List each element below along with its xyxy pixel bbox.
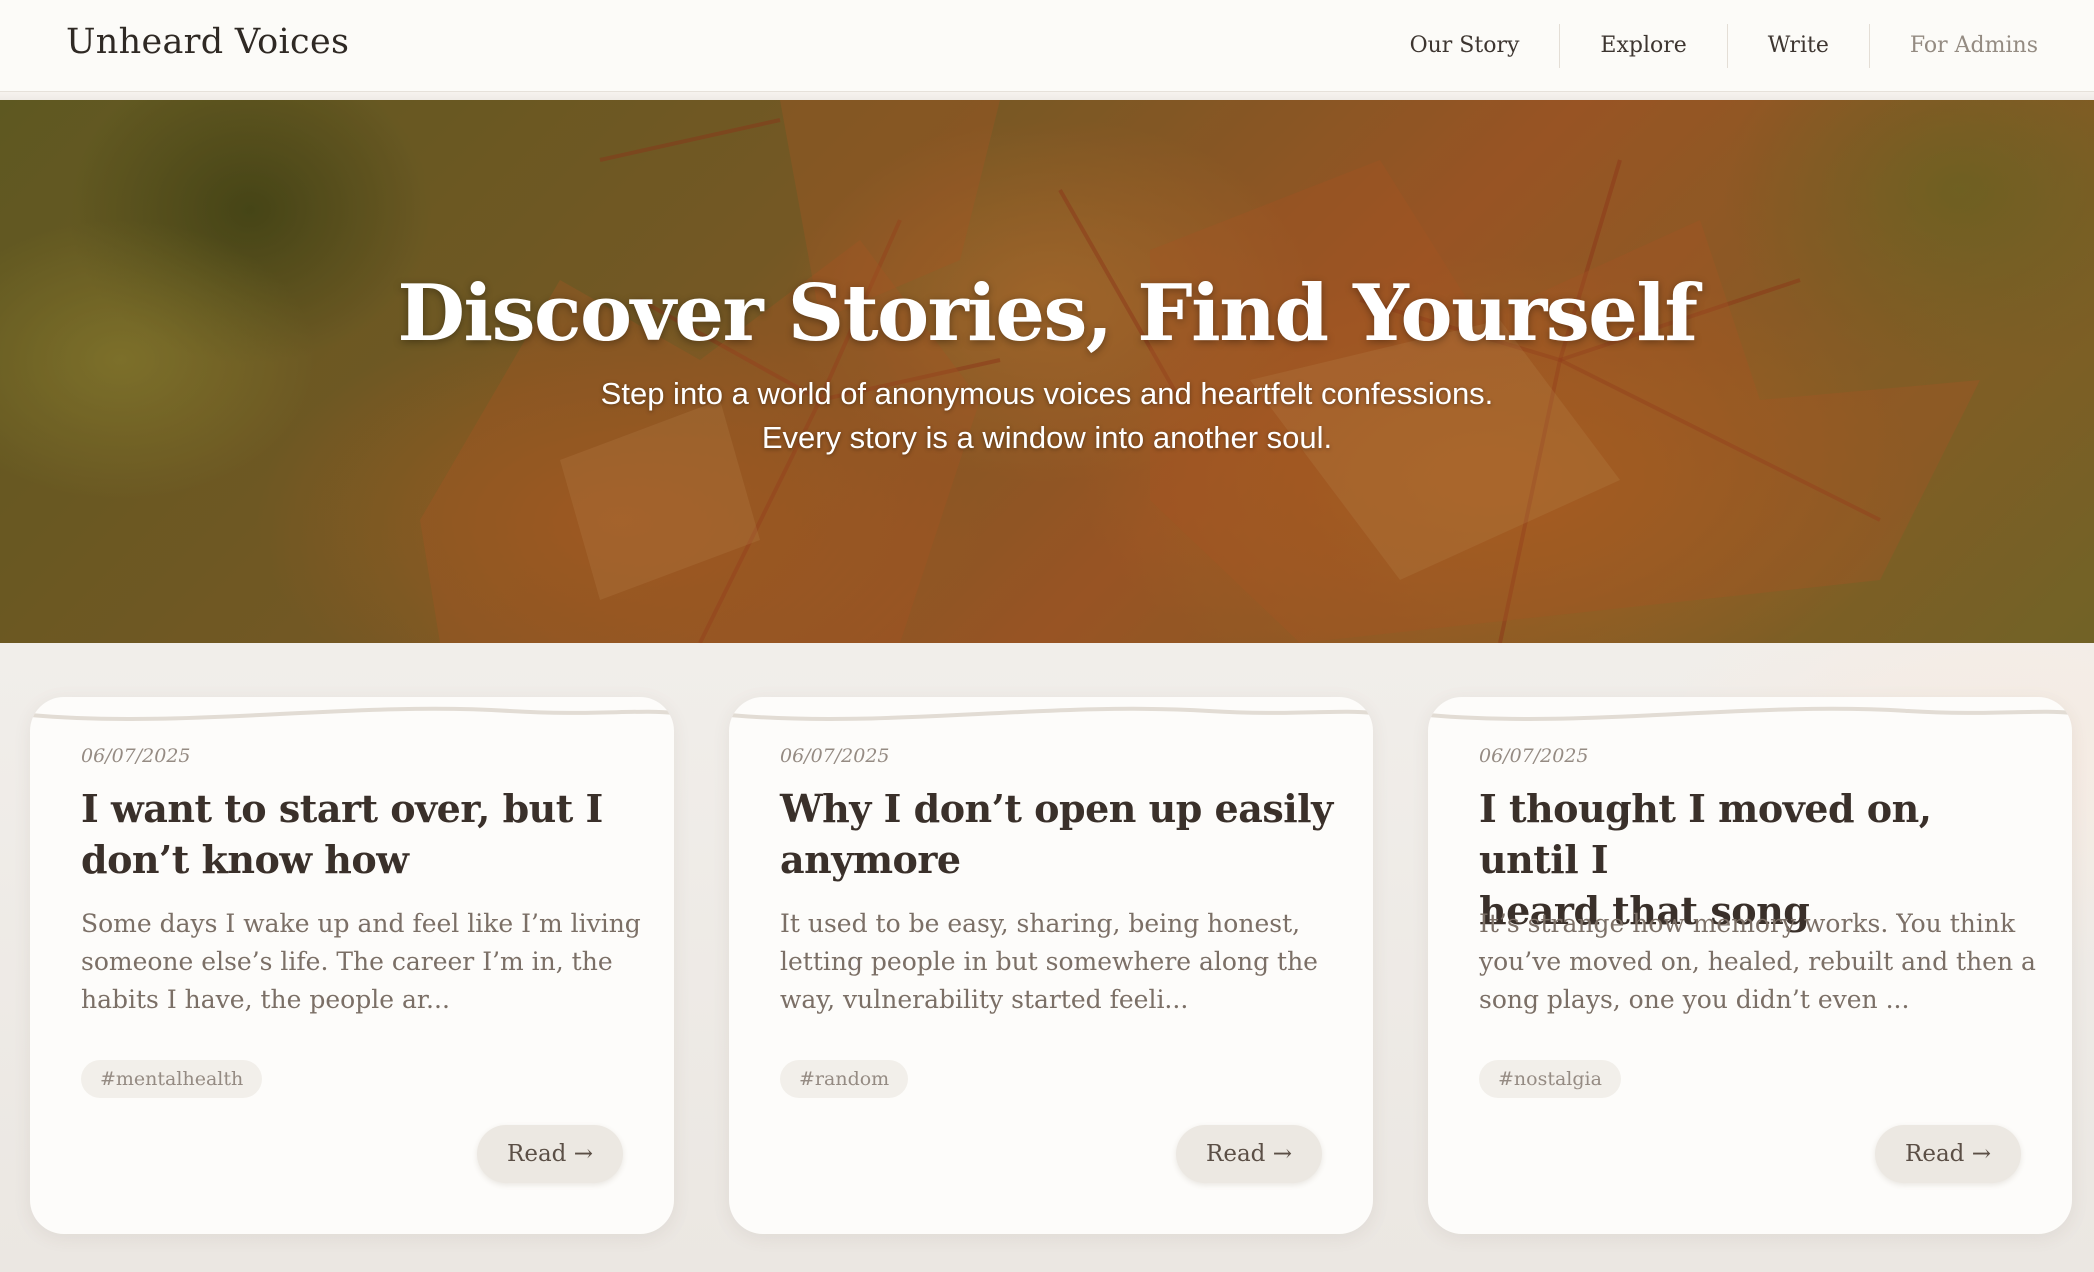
story-excerpt-line: someone else’s life. The career I’m in, …	[81, 947, 613, 976]
card-wave-decoration	[729, 706, 1373, 721]
hero-subtitle-line-1: Step into a world of anonymous voices an…	[600, 376, 1494, 411]
story-excerpt-line: Some days I wake up and feel like I’m li…	[81, 909, 641, 938]
story-date: 06/07/2025	[1479, 745, 1589, 767]
nav-explore[interactable]: Explore	[1559, 24, 1726, 68]
card-wave-decoration	[1428, 706, 2072, 721]
story-date: 06/07/2025	[81, 745, 191, 767]
story-title-line: I want to start over, but I	[81, 786, 603, 831]
story-title-line: Why I don’t open up easily	[780, 786, 1333, 831]
hero-banner: Discover Stories, Find Yourself Step int…	[0, 100, 2094, 643]
story-card[interactable]: 06/07/2025 I want to start over, but I d…	[30, 697, 674, 1234]
story-title-line: don’t know how	[81, 837, 409, 882]
story-tag[interactable]: #random	[780, 1060, 909, 1098]
read-button[interactable]: Read →	[1875, 1125, 2021, 1183]
story-title[interactable]: Why I don’t open up easily anymore	[780, 783, 1340, 885]
nav-divider	[0, 92, 2094, 100]
story-date: 06/07/2025	[780, 745, 890, 767]
hero-overlay	[0, 100, 2094, 643]
story-excerpt-line: It’s strange how memory works. You think	[1479, 909, 2016, 938]
story-card[interactable]: 06/07/2025 I thought I moved on, until I…	[1428, 697, 2072, 1234]
brand-logo-text[interactable]: Unheard Voices	[66, 22, 349, 62]
story-title-line: anymore	[780, 837, 961, 882]
story-card[interactable]: 06/07/2025 Why I don’t open up easily an…	[729, 697, 1373, 1234]
card-wave-decoration	[30, 706, 674, 721]
story-excerpt-line: way, vulnerability started feeli...	[780, 985, 1189, 1014]
story-excerpt-line: It used to be easy, sharing, being hones…	[780, 909, 1301, 938]
story-title[interactable]: I want to start over, but I don’t know h…	[81, 783, 641, 885]
nav-links: Our Story Explore Write For Admins	[1370, 22, 2094, 70]
story-excerpt: It’s strange how memory works. You think…	[1479, 905, 2039, 1019]
hero-subtitle-line-2: Every story is a window into another sou…	[761, 420, 1333, 455]
nav-for-admins[interactable]: For Admins	[1868, 24, 2094, 68]
story-excerpt: Some days I wake up and feel like I’m li…	[81, 905, 641, 1019]
nav-our-story[interactable]: Our Story	[1370, 24, 1560, 68]
story-excerpt-line: you’ve moved on, healed, rebuilt and the…	[1479, 947, 2036, 976]
read-button[interactable]: Read →	[477, 1125, 623, 1183]
story-excerpt-line: song plays, one you didn’t even ...	[1479, 985, 1910, 1014]
read-button[interactable]: Read →	[1176, 1125, 1322, 1183]
story-tag[interactable]: #mentalhealth	[81, 1060, 263, 1098]
hero-title: Discover Stories, Find Yourself	[397, 268, 1698, 359]
story-title-line: I thought I moved on, until I	[1479, 786, 1932, 882]
story-excerpt-line: habits I have, the people ar...	[81, 985, 450, 1014]
story-excerpt: It used to be easy, sharing, being hones…	[780, 905, 1340, 1019]
top-navbar: Unheard Voices Our Story Explore Write F…	[0, 0, 2094, 92]
story-excerpt-line: letting people in but somewhere along th…	[780, 947, 1318, 976]
nav-write[interactable]: Write	[1726, 24, 1869, 68]
story-tag[interactable]: #nostalgia	[1479, 1060, 1621, 1098]
